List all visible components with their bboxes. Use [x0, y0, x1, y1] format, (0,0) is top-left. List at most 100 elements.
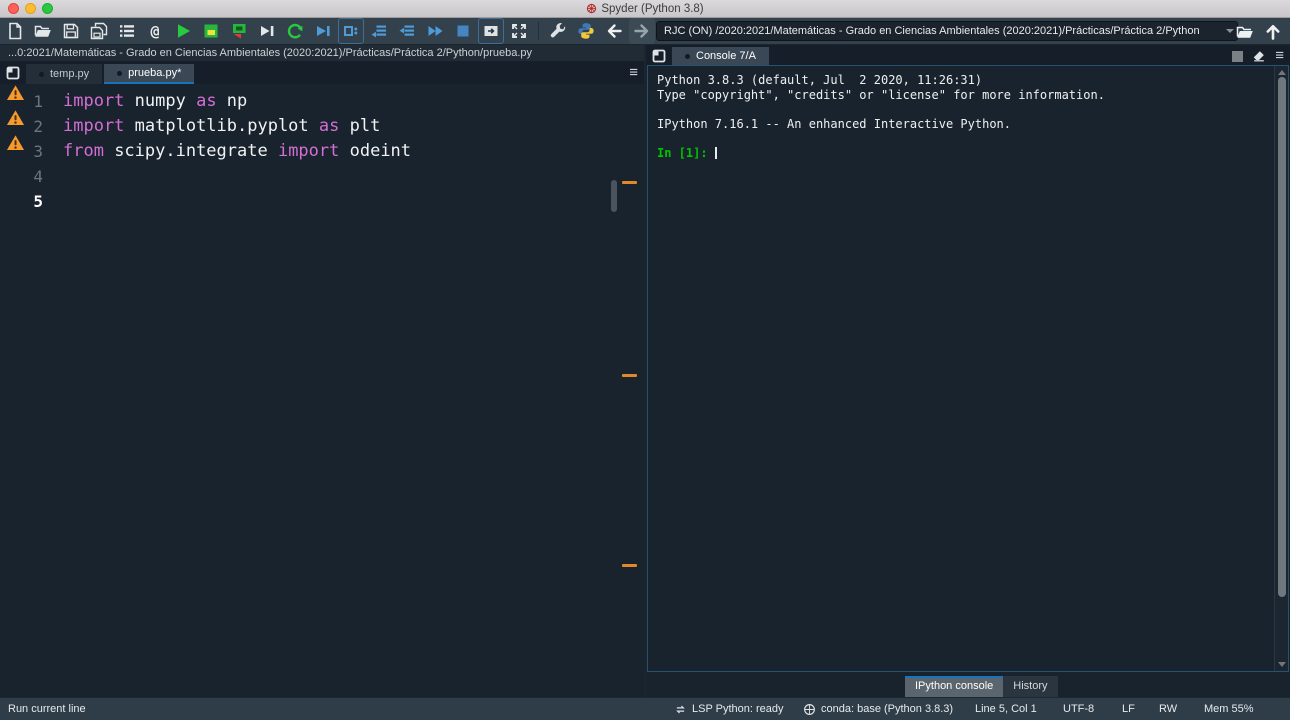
step-over-icon — [371, 25, 386, 38]
tab-close-dot — [685, 53, 690, 59]
console-pane: Console 7/A ≡ Python 3.8.3 (default, Jul… — [646, 45, 1290, 697]
tab-close-dot — [117, 70, 123, 76]
console-bottom-tabs: IPython console History — [905, 676, 1058, 697]
editor-tabbar: temp.py prueba.py* ≡ — [0, 62, 644, 84]
run-cell-icon — [204, 24, 218, 38]
hamburger-icon: ≡ — [629, 64, 638, 81]
tab-prueba-py[interactable]: prueba.py* — [104, 64, 195, 84]
new-file-button[interactable] — [2, 18, 28, 44]
run-selection-button[interactable] — [254, 18, 280, 44]
statusbar: Run current line LSP Python: ready conda… — [0, 697, 1290, 720]
step-over-button[interactable] — [366, 18, 392, 44]
debug-cell-button[interactable] — [338, 18, 364, 44]
debug-file-button[interactable] — [310, 18, 336, 44]
editor-options-menu-button[interactable]: ≡ — [629, 65, 638, 81]
eraser-icon[interactable] — [1252, 49, 1266, 63]
run-cell-advance-button[interactable] — [226, 18, 252, 44]
symbol-finder-button[interactable]: @ — [142, 18, 168, 44]
tab-ipython-console[interactable]: IPython console — [905, 676, 1004, 697]
console-input-line[interactable]: In [1]: — [657, 146, 1288, 161]
save-all-button[interactable] — [86, 18, 112, 44]
file-list-icon — [120, 25, 134, 37]
lsp-sync-icon — [676, 705, 685, 714]
editor-line[interactable]: 5 — [0, 189, 644, 214]
code-editor[interactable]: 1 import numpy as np 2 import matplotlib.py… — [0, 84, 644, 697]
run-file-button[interactable] — [170, 18, 196, 44]
breadcrumb: ...0:2021/Matemáticas - Grado en Ciencia… — [0, 45, 644, 62]
console-options-menu-button[interactable]: ≡ — [1275, 48, 1284, 64]
line-number: 2 — [33, 117, 43, 136]
tab-temp-py[interactable]: temp.py — [26, 64, 103, 84]
tab-close-dot — [39, 71, 44, 77]
at-symbol-icon: @ — [150, 22, 160, 40]
continue-icon — [428, 26, 443, 36]
console-line: Python 3.8.3 (default, Jul 2 2020, 11:26… — [657, 73, 983, 87]
ipython-console[interactable]: Python 3.8.3 (default, Jul 2 2020, 11:26… — [647, 65, 1289, 672]
fullscreen-button[interactable] — [478, 18, 504, 44]
warning-icon[interactable] — [6, 109, 25, 130]
browse-tabs-button[interactable] — [4, 64, 22, 82]
go-up-directory-button[interactable] — [1260, 19, 1286, 45]
editor-line[interactable]: 4 — [0, 164, 644, 189]
run-selection-icon — [261, 26, 274, 36]
back-button[interactable] — [601, 18, 627, 44]
wrench-icon — [550, 23, 566, 38]
open-file-button[interactable] — [30, 18, 56, 44]
cursor-position: Line 5, Col 1 — [975, 703, 1037, 715]
file-switcher-button[interactable] — [114, 18, 140, 44]
editor-scrollbar[interactable] — [611, 180, 617, 212]
back-arrow-icon — [607, 24, 622, 38]
status-message: Run current line — [8, 703, 86, 715]
save-icon — [63, 23, 79, 39]
warning-icon[interactable] — [6, 84, 25, 105]
working-directory-field[interactable]: RJC (ON) /2020:2021/Matemáticas - Grado … — [656, 21, 1238, 41]
browse-tabs-icon — [652, 49, 666, 63]
stop-icon — [457, 25, 469, 37]
console-scrollbar[interactable] — [1274, 66, 1288, 671]
window-title: Spyder (Python 3.8) — [0, 3, 1290, 15]
stop-debug-button[interactable] — [450, 18, 476, 44]
browse-tabs-button[interactable] — [650, 47, 668, 65]
forward-button[interactable] — [629, 18, 655, 44]
scrollbar-handle[interactable] — [1278, 77, 1286, 597]
editor-line[interactable]: 1 import numpy as np — [0, 85, 644, 114]
lsp-status[interactable]: LSP Python: ready — [692, 698, 784, 720]
scroll-flag-warning[interactable] — [622, 564, 637, 567]
conda-status[interactable]: conda: base (Python 3.8.3) — [821, 698, 953, 720]
spyder-logo-icon — [587, 3, 597, 14]
console-tabbar: Console 7/A ≡ — [646, 45, 1290, 67]
run-cell-button[interactable] — [198, 18, 224, 44]
editor-line[interactable]: 2 import matplotlib.pyplot as plt — [0, 110, 644, 139]
maximize-pane-button[interactable] — [506, 18, 532, 44]
scroll-up-arrow-icon[interactable] — [1278, 70, 1286, 75]
forward-arrow-icon — [634, 24, 649, 38]
editor-lines: 1 import numpy as np 2 import matplotlib.py… — [0, 84, 644, 214]
toolbar-separator — [538, 22, 539, 40]
run-cell-advance-icon — [233, 24, 246, 39]
eol-status: LF — [1122, 703, 1135, 715]
interrupt-kernel-icon[interactable] — [1232, 50, 1244, 62]
warning-icon[interactable] — [6, 134, 25, 155]
rerun-cell-button[interactable] — [282, 18, 308, 44]
run-icon — [178, 24, 190, 38]
scroll-down-arrow-icon[interactable] — [1278, 662, 1286, 667]
scroll-flag-warning[interactable] — [622, 181, 637, 184]
tab-console-7a[interactable]: Console 7/A — [672, 47, 769, 67]
up-arrow-icon — [1266, 24, 1280, 40]
editor-pane: ...0:2021/Matemáticas - Grado en Ciencia… — [0, 45, 644, 697]
step-into-button[interactable] — [394, 18, 420, 44]
step-into-icon — [399, 25, 414, 36]
editor-line[interactable]: 3 from scipy.integrate import odeint — [0, 135, 644, 164]
main-toolbar: @ RJC (ON) /2020:2021/Matemáticas - Grad… — [0, 18, 1290, 45]
browse-working-directory-button[interactable] — [1232, 19, 1258, 45]
save-button[interactable] — [58, 18, 84, 44]
python-path-button[interactable] — [573, 18, 599, 44]
preferences-button[interactable] — [545, 18, 571, 44]
scroll-flag-warning[interactable] — [622, 374, 637, 377]
folder-open-icon — [1236, 26, 1253, 38]
pane-arrow-icon — [484, 26, 498, 36]
continue-execution-button[interactable] — [422, 18, 448, 44]
browse-tabs-icon — [6, 66, 20, 80]
open-folder-icon — [34, 25, 51, 37]
tab-history[interactable]: History — [1003, 676, 1058, 697]
